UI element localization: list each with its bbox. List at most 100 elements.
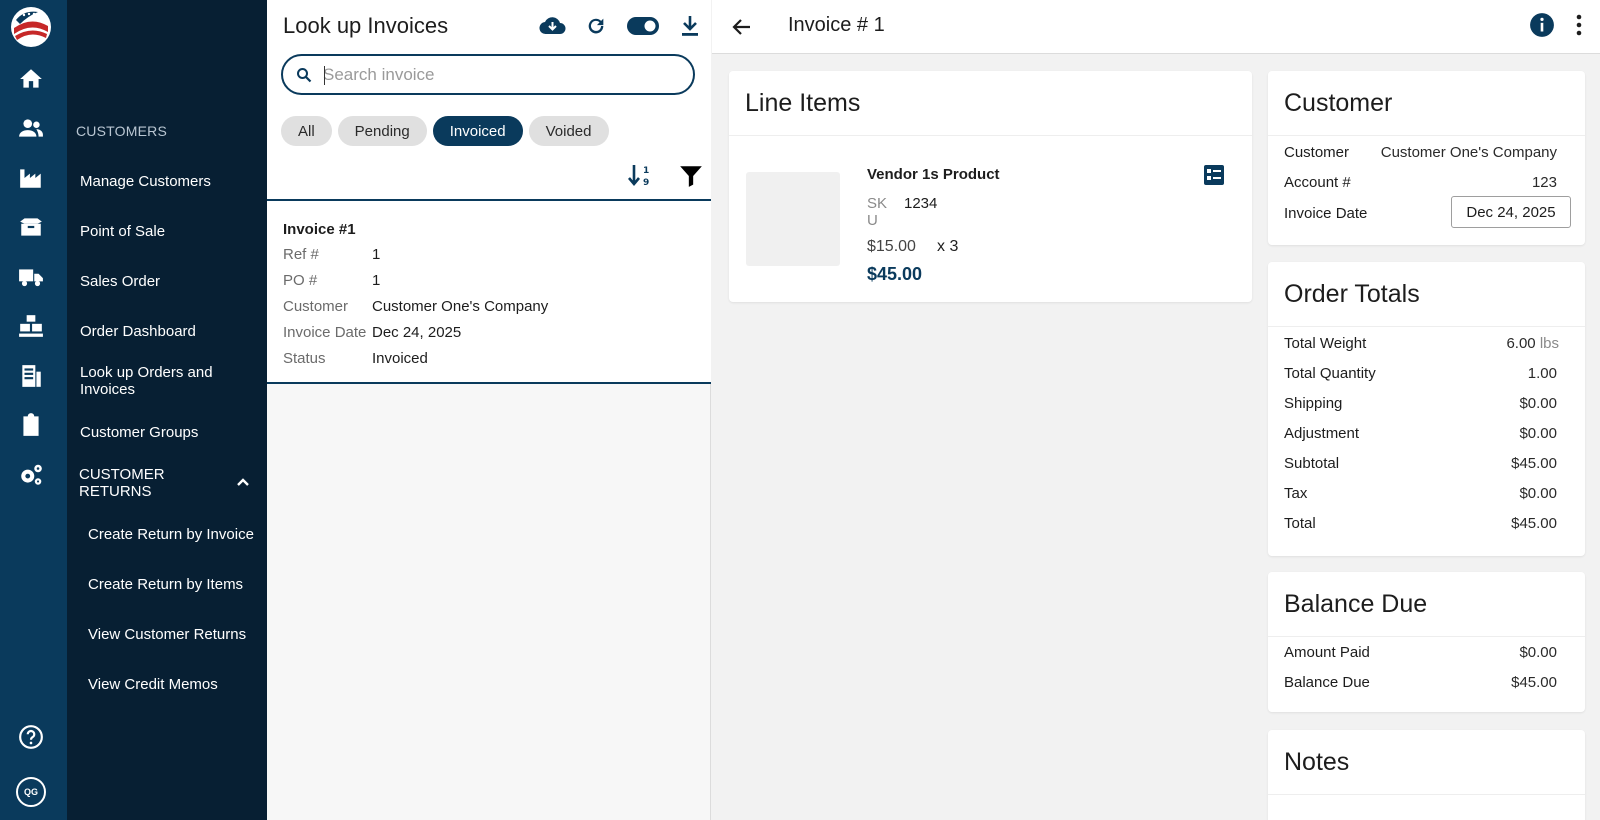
balance-due-value: $45.00 xyxy=(1511,674,1557,691)
more-options-icon[interactable] xyxy=(1574,12,1584,38)
filter-chip-invoiced[interactable]: Invoiced xyxy=(432,116,523,146)
sort-numeric-icon[interactable]: 19 xyxy=(627,163,653,189)
invoice-field-ref: Ref #1 xyxy=(283,246,381,263)
nav-group-customer-returns[interactable]: CUSTOMER RETURNS xyxy=(79,466,199,500)
nav-item-order-dashboard[interactable]: Order Dashboard xyxy=(80,323,260,340)
flag-eagle-logo[interactable] xyxy=(10,6,52,48)
icon-rail: QG xyxy=(0,0,67,820)
divider xyxy=(1268,135,1585,136)
shipping-value: $0.00 xyxy=(1519,395,1557,412)
line-items-panel: Line Items Vendor 1s Product SKU 1234 $1… xyxy=(729,71,1252,302)
search-input[interactable] xyxy=(323,64,673,86)
product-name: Vendor 1s Product xyxy=(867,166,1000,183)
nav-item-lookup-orders-invoices[interactable]: Look up Orders and Invoices xyxy=(80,364,260,398)
nav-sub-create-return-items[interactable]: Create Return by Items xyxy=(88,576,268,593)
sku-label: SKU xyxy=(867,195,888,229)
notes-heading: Notes xyxy=(1284,748,1350,776)
invoice-field-date: Invoice Date Dec 24, 2025 xyxy=(283,324,462,341)
account-value: 123 xyxy=(1531,174,1557,191)
back-arrow-icon[interactable] xyxy=(730,15,754,39)
total-label: Total xyxy=(1284,515,1316,532)
detail-topbar: Invoice # 1 xyxy=(712,0,1600,54)
avatar-initials: QG xyxy=(16,777,46,807)
box-icon[interactable] xyxy=(14,210,48,244)
home-icon[interactable] xyxy=(14,62,48,96)
customer-heading: Customer xyxy=(1284,89,1393,117)
nav-item-sales-order[interactable]: Sales Order xyxy=(80,273,260,290)
product-thumbnail xyxy=(746,172,840,266)
divider xyxy=(1268,794,1585,795)
customer-value: Customer One's Company xyxy=(1380,144,1557,161)
invoice-field-status: Status Invoiced xyxy=(283,350,428,367)
amount-paid-value: $0.00 xyxy=(1519,644,1557,661)
warehouse-icon[interactable] xyxy=(14,309,48,343)
search-icon xyxy=(297,68,312,83)
help-icon[interactable] xyxy=(14,720,48,754)
nav-sub-view-credit-memos[interactable]: View Credit Memos xyxy=(88,676,268,693)
filter-chip-pending[interactable]: Pending xyxy=(337,116,427,146)
subtotal-value: $45.00 xyxy=(1511,455,1557,472)
cloud-download-icon[interactable] xyxy=(539,13,566,39)
nav-item-point-of-sale[interactable]: Point of Sale xyxy=(80,223,260,240)
notes-panel: Notes xyxy=(1268,730,1585,820)
item-details-icon[interactable] xyxy=(1203,164,1225,186)
list-header: Look up Invoices All Pending Invoiced Vo… xyxy=(267,0,711,200)
invoice-date-field[interactable]: Dec 24, 2025 xyxy=(1451,196,1571,228)
filter-icon[interactable] xyxy=(678,163,704,189)
adjustment-label: Adjustment xyxy=(1284,425,1360,442)
nav-sub-view-customer-returns[interactable]: View Customer Returns xyxy=(88,626,268,643)
nav-item-customer-groups[interactable]: Customer Groups xyxy=(80,424,260,441)
tax-label: Tax xyxy=(1284,485,1308,502)
filter-chip-all[interactable]: All xyxy=(281,116,332,146)
amount-paid-label: Amount Paid xyxy=(1284,644,1370,661)
invoice-card[interactable]: Invoice #1 Ref #1 PO #1 Customer Customer… xyxy=(267,199,711,384)
status-filter-chips: All Pending Invoiced Voided xyxy=(281,116,609,146)
order-totals-panel: Order Totals Total Weight 6.00 lbs Total… xyxy=(1268,262,1585,556)
invoice-machine-icon[interactable] xyxy=(14,359,48,393)
customer-panel: Customer Customer Customer One's Company… xyxy=(1268,71,1585,245)
svg-text:9: 9 xyxy=(643,178,649,188)
factory-icon[interactable] xyxy=(14,161,48,195)
total-quantity-value: 1.00 xyxy=(1527,365,1557,382)
list-title: Look up Invoices xyxy=(283,13,449,38)
divider xyxy=(1268,636,1585,637)
users-icon[interactable] xyxy=(14,111,48,145)
view-toggle-switch[interactable] xyxy=(627,13,659,39)
weight-unit: lbs xyxy=(1539,335,1559,352)
total-quantity-label: Total Quantity xyxy=(1284,365,1376,382)
avatar[interactable]: QG xyxy=(14,775,48,809)
divider xyxy=(729,135,1252,136)
download-icon[interactable] xyxy=(681,13,699,39)
tax-value: $0.00 xyxy=(1519,485,1557,502)
filter-chip-voided[interactable]: Voided xyxy=(528,116,609,146)
clipboard-icon[interactable] xyxy=(14,408,48,442)
chevron-up-icon[interactable] xyxy=(235,474,251,490)
delivery-truck-icon[interactable] xyxy=(14,260,48,294)
total-value: $45.00 xyxy=(1511,515,1557,532)
balance-due-label: Balance Due xyxy=(1284,674,1370,691)
svg-text:1: 1 xyxy=(643,166,649,176)
nav-section-label: CUSTOMERS xyxy=(76,123,167,139)
gears-icon[interactable] xyxy=(14,458,48,492)
balance-due-panel: Balance Due Amount Paid $0.00 Balance Du… xyxy=(1268,572,1585,712)
shipping-label: Shipping xyxy=(1284,395,1343,412)
info-icon[interactable] xyxy=(1529,12,1555,38)
nav-sub-create-return-invoice[interactable]: Create Return by Invoice xyxy=(88,526,268,543)
nav-item-manage-customers[interactable]: Manage Customers xyxy=(80,173,260,190)
search-box[interactable] xyxy=(281,54,695,95)
total-weight-label: Total Weight xyxy=(1284,335,1367,352)
subtotal-label: Subtotal xyxy=(1284,455,1340,472)
sku-value: 1234 xyxy=(904,195,938,212)
text-caret xyxy=(324,66,325,85)
customer-label: Customer xyxy=(1284,144,1350,161)
order-totals-heading: Order Totals xyxy=(1284,280,1420,308)
unit-price: $15.00 xyxy=(867,238,916,255)
refresh-icon[interactable] xyxy=(585,13,607,39)
invoice-field-po: PO #1 xyxy=(283,272,381,289)
total-weight-value: 6.00 lbs xyxy=(1506,335,1559,352)
detail-title: Invoice # 1 xyxy=(788,14,885,36)
divider xyxy=(1268,326,1585,327)
nav-panel: CUSTOMERS Manage Customers Point of Sale… xyxy=(67,0,267,820)
adjustment-value: $0.00 xyxy=(1519,425,1557,442)
account-label: Account # xyxy=(1284,174,1351,191)
